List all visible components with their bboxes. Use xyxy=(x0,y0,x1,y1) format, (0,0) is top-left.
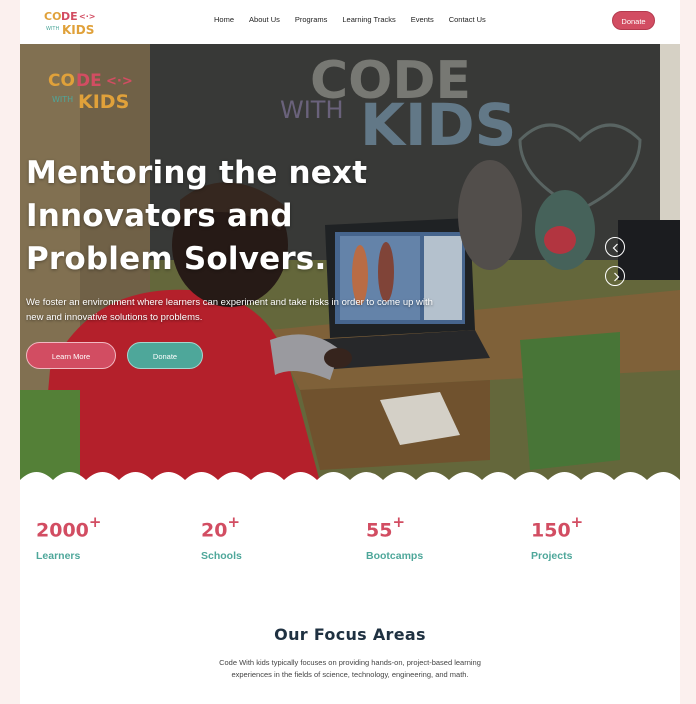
stat-label: Schools xyxy=(201,550,242,563)
stat-label: Bootcamps xyxy=(366,550,424,563)
nav-home[interactable]: Home xyxy=(214,15,234,24)
hero-subtitle: We foster an environment where learners … xyxy=(26,297,433,323)
focus-areas-title: Our Focus Areas xyxy=(274,625,426,644)
nav-learning-tracks[interactable]: Learning Tracks xyxy=(342,15,395,24)
nav-contact-us[interactable]: Contact Us xyxy=(449,15,486,24)
svg-text:WITH: WITH xyxy=(46,26,59,32)
nav-donate-button[interactable]: Donate xyxy=(612,11,655,30)
page: CODE WITH KIDS CO DE <·> WITH KIDS Mento… xyxy=(20,0,680,704)
hero-section: CODE WITH KIDS CO DE <·> WITH KIDS Mento… xyxy=(20,40,680,482)
stat-label: Projects xyxy=(531,550,573,563)
focus-areas-description: Code With kids typically focuses on prov… xyxy=(219,658,481,679)
nav-events[interactable]: Events xyxy=(411,15,434,24)
stat-value: 150+ xyxy=(531,513,584,542)
svg-text:WITH: WITH xyxy=(52,95,73,104)
site-logo[interactable]: CO DE <·> WITH KIDS xyxy=(44,8,96,36)
carousel-prev-button[interactable] xyxy=(605,237,625,257)
svg-text:DE: DE xyxy=(76,71,102,91)
stat-value: 55+ xyxy=(366,513,406,542)
navbar: CO DE <·> WITH KIDS Home About Us Progra… xyxy=(20,0,680,44)
nav-about-us[interactable]: About Us xyxy=(249,15,280,24)
svg-text:<·>: <·> xyxy=(79,12,95,21)
main-menu: Home About Us Programs Learning Tracks E… xyxy=(214,15,486,24)
chevron-left-icon xyxy=(612,243,618,253)
stat-label: Learners xyxy=(36,550,81,563)
svg-text:DE: DE xyxy=(61,10,78,23)
svg-text:<·>: <·> xyxy=(106,74,133,89)
stat-learners: 2000+ Learners xyxy=(36,513,102,563)
stat-bootcamps: 55+ Bootcamps xyxy=(366,513,424,563)
chevron-right-icon xyxy=(614,272,620,282)
svg-text:KIDS: KIDS xyxy=(62,23,94,36)
hero-donate-button[interactable]: Donate xyxy=(127,342,203,369)
learn-more-button[interactable]: Learn More xyxy=(26,342,116,369)
stat-schools: 20+ Schools xyxy=(201,513,242,563)
svg-text:CO: CO xyxy=(44,10,61,23)
hero-title: Mentoring the next Innovators and Proble… xyxy=(26,155,368,277)
stat-value: 20+ xyxy=(201,513,241,542)
stat-projects: 150+ Projects xyxy=(531,513,584,563)
svg-text:KIDS: KIDS xyxy=(78,91,129,112)
svg-text:CO: CO xyxy=(48,71,75,91)
hero-logo: CO DE <·> WITH KIDS xyxy=(48,71,133,112)
nav-programs[interactable]: Programs xyxy=(295,15,328,24)
bottom-wave-divider xyxy=(20,472,680,488)
carousel-next-button[interactable] xyxy=(605,266,625,286)
stat-value: 2000+ xyxy=(36,513,102,542)
